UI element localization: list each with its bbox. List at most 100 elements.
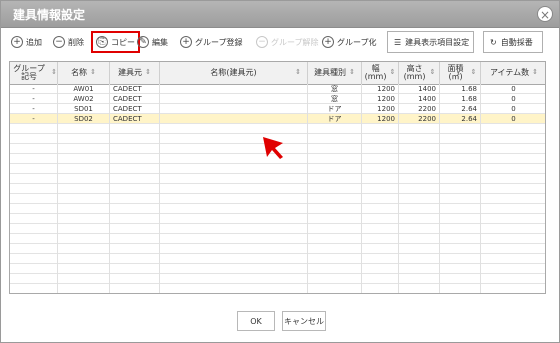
cancel-button[interactable]: キャンセル bbox=[282, 311, 326, 331]
auto-arrange-button[interactable]: ↻ 自動採番 bbox=[483, 31, 543, 53]
table-cell bbox=[362, 204, 399, 214]
plus-icon: + bbox=[322, 36, 334, 48]
table-cell bbox=[440, 134, 481, 144]
table-cell bbox=[10, 234, 58, 244]
header-fixture-type[interactable]: 建具種別 ⇕ bbox=[308, 62, 362, 84]
table-cell bbox=[362, 144, 399, 154]
table-cell bbox=[481, 124, 545, 134]
table-cell bbox=[362, 124, 399, 134]
table-cell bbox=[481, 254, 545, 264]
add-button[interactable]: + 追加 bbox=[11, 31, 42, 53]
table-cell bbox=[399, 254, 440, 264]
group-label: グループ化 bbox=[337, 37, 377, 47]
table-cell bbox=[399, 154, 440, 164]
table-cell bbox=[440, 254, 481, 264]
group-register-label: グループ登録 bbox=[195, 37, 243, 47]
table-cell bbox=[58, 254, 110, 264]
header-height[interactable]: 高さ(mm) ⇕ bbox=[399, 62, 440, 84]
copy-button[interactable]: ⎘ コピー bbox=[91, 31, 140, 53]
table-cell bbox=[58, 184, 110, 194]
pointer-arrow-icon bbox=[263, 137, 283, 159]
table-cell: CADECT bbox=[110, 94, 160, 104]
title-bar[interactable]: 建具情報設定 × bbox=[1, 1, 559, 28]
close-icon[interactable]: × bbox=[537, 6, 553, 22]
table-cell bbox=[399, 224, 440, 234]
table-cell bbox=[10, 154, 58, 164]
table-cell bbox=[10, 284, 58, 293]
empty-row bbox=[10, 254, 545, 264]
table-cell bbox=[160, 204, 308, 214]
table-cell bbox=[399, 134, 440, 144]
table-row[interactable]: - SD02 CADECT ドア 1200 2200 2.64 0 bbox=[10, 114, 545, 124]
table-cell bbox=[440, 174, 481, 184]
empty-row bbox=[10, 174, 545, 184]
table-cell bbox=[362, 224, 399, 234]
header-area[interactable]: 面積(㎡) ⇕ bbox=[440, 62, 481, 84]
header-group-code[interactable]: グループ記号 ⇕ bbox=[10, 62, 58, 84]
table-cell: AW01 bbox=[58, 84, 110, 94]
table-row[interactable]: - SD01 CADECT ドア 1200 2200 2.64 0 bbox=[10, 104, 545, 114]
table-cell bbox=[481, 184, 545, 194]
header-item-count[interactable]: アイテム数 ⇕ bbox=[481, 62, 545, 84]
table-cell bbox=[110, 164, 160, 174]
empty-row bbox=[10, 184, 545, 194]
table-cell bbox=[308, 134, 362, 144]
ok-button[interactable]: OK bbox=[237, 311, 275, 331]
table-cell: 0 bbox=[481, 104, 545, 114]
table-cell bbox=[481, 194, 545, 204]
header-source-name[interactable]: 名称(建具元) ⇕ bbox=[160, 62, 308, 84]
table-cell bbox=[481, 264, 545, 274]
auto-arrange-label: 自動採番 bbox=[500, 37, 533, 47]
table-cell: 1.68 bbox=[440, 84, 481, 94]
table-cell bbox=[399, 214, 440, 224]
delete-button[interactable]: − 削除 bbox=[53, 31, 84, 53]
table-cell bbox=[308, 234, 362, 244]
table-cell bbox=[440, 194, 481, 204]
empty-row bbox=[10, 274, 545, 284]
table-cell bbox=[481, 134, 545, 144]
header-width[interactable]: 幅(mm) ⇕ bbox=[362, 62, 399, 84]
group-release-button[interactable]: − グループ解除 bbox=[256, 31, 319, 53]
empty-row bbox=[10, 284, 545, 293]
header-source[interactable]: 建具元 ⇕ bbox=[110, 62, 160, 84]
edit-label: 編集 bbox=[152, 37, 168, 47]
table-cell bbox=[10, 224, 58, 234]
table-cell bbox=[440, 214, 481, 224]
table-cell bbox=[58, 224, 110, 234]
sort-icon: ⇕ bbox=[90, 68, 96, 77]
plus-icon: + bbox=[180, 36, 192, 48]
sort-icon: ⇕ bbox=[389, 68, 396, 77]
table-cell: 2200 bbox=[399, 114, 440, 124]
table-cell: 0 bbox=[481, 84, 545, 94]
empty-row bbox=[10, 124, 545, 134]
edit-button[interactable]: ✎ 編集 bbox=[137, 31, 168, 53]
display-settings-button[interactable]: ☰ 建具表示項目設定 bbox=[387, 31, 474, 53]
table-cell bbox=[362, 214, 399, 224]
table-cell: 1400 bbox=[399, 84, 440, 94]
table-cell bbox=[399, 174, 440, 184]
table-cell bbox=[399, 264, 440, 274]
list-icon: ☰ bbox=[394, 37, 402, 47]
table-cell: - bbox=[10, 104, 58, 114]
table-cell bbox=[399, 124, 440, 134]
table-row[interactable]: - AW01 CADECT 窓 1200 1400 1.68 0 bbox=[10, 84, 545, 94]
table-cell bbox=[308, 264, 362, 274]
table-cell bbox=[362, 164, 399, 174]
table-cell bbox=[399, 164, 440, 174]
table-cell bbox=[481, 244, 545, 254]
table-cell bbox=[440, 224, 481, 234]
table-cell bbox=[362, 284, 399, 293]
empty-row bbox=[10, 194, 545, 204]
table-cell bbox=[440, 154, 481, 164]
table-header: グループ記号 ⇕ 名称 ⇕ 建具元 ⇕ 名称(建具元) ⇕ 建具種別 ⇕ 幅(mm) ⇕ 高… bbox=[10, 62, 545, 85]
table-cell bbox=[308, 244, 362, 254]
group-register-button[interactable]: + グループ登録 bbox=[180, 31, 243, 53]
header-name[interactable]: 名称 ⇕ bbox=[58, 62, 110, 84]
table-cell bbox=[399, 184, 440, 194]
group-button[interactable]: + グループ化 bbox=[322, 31, 377, 53]
table-row[interactable]: - AW02 CADECT 窓 1200 1400 1.68 0 bbox=[10, 94, 545, 104]
table-cell bbox=[481, 234, 545, 244]
table-cell bbox=[308, 214, 362, 224]
table-cell bbox=[399, 194, 440, 204]
table-cell: 0 bbox=[481, 94, 545, 104]
